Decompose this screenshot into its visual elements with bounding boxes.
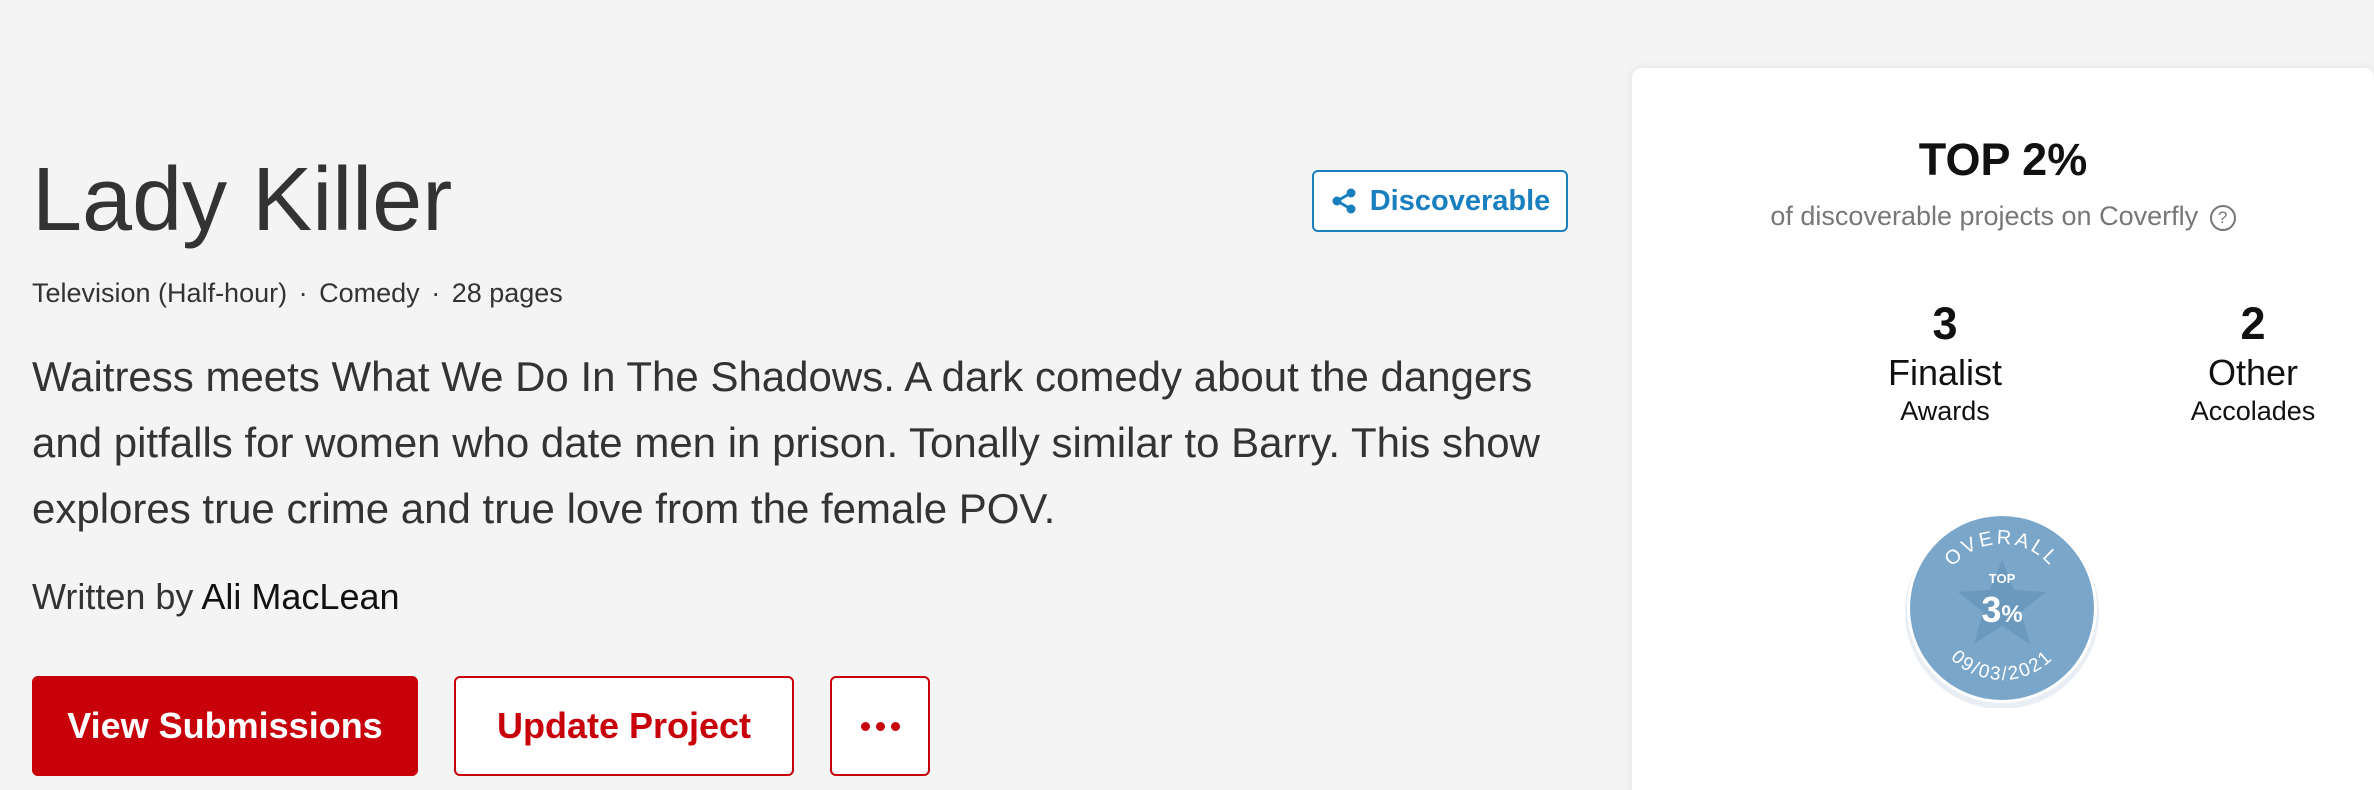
rank-subtitle-text: of discoverable projects on Coverfly [1770, 201, 2199, 231]
rank-subtitle: of discoverable projects on Coverfly ? [1632, 198, 2374, 234]
view-submissions-button[interactable]: View Submissions [32, 676, 418, 776]
stat-finalist: 3 Finalist Awards [1845, 296, 2045, 428]
badge-graphic: OVERALL 09/03/2021 TOP 3% [1905, 513, 2099, 709]
update-project-button[interactable]: Update Project [454, 676, 794, 776]
stat-value: 2 [2240, 298, 2266, 349]
stat-value: 3 [1932, 298, 1958, 349]
author-name[interactable]: Ali MacLean [201, 576, 399, 617]
stat-sublabel: Accolades [2190, 396, 2316, 426]
discoverable-label: Discoverable [1369, 184, 1551, 217]
meta-separator: · [431, 278, 441, 308]
written-by-label: Written by [32, 576, 194, 617]
ranking-card: TOP 2% of discoverable projects on Cover… [1632, 68, 2374, 790]
project-title: Lady Killer [32, 150, 453, 250]
action-bar: View Submissions Update Project [32, 676, 930, 776]
stat-sublabel: Awards [1900, 396, 1990, 426]
project-logline: Waitress meets What We Do In The Shadows… [32, 353, 1541, 532]
share-icon [1332, 188, 1356, 214]
question-circle-icon[interactable]: ? [2209, 205, 2236, 231]
discoverable-button[interactable]: Discoverable [1312, 170, 1568, 232]
project-genre: Comedy [319, 278, 420, 308]
project-page: Lady Killer Discoverable Television (Hal… [0, 0, 2374, 790]
badge-top-label: TOP [1989, 571, 2016, 586]
stat-label: Finalist [1887, 352, 2003, 393]
project-details: Lady Killer Discoverable Television (Hal… [32, 0, 1572, 790]
stat-other: 2 Other Accolades [2153, 296, 2353, 428]
overall-rank-badge[interactable]: OVERALL 09/03/2021 TOP 3% [1902, 508, 2102, 709]
project-pages: 28 pages [451, 278, 563, 308]
badge-rank-value: 3 [1981, 589, 2001, 630]
rank-headline: TOP 2% [1918, 134, 2088, 185]
project-meta: Television (Half-hour) · Comedy · 28 pag… [32, 276, 563, 310]
meta-separator: · [298, 278, 308, 308]
more-horizontal-icon [860, 721, 900, 731]
badge-rank-unit: % [2001, 601, 2022, 628]
stat-label: Other [2207, 352, 2299, 393]
more-options-button[interactable] [830, 676, 930, 776]
project-format: Television (Half-hour) [32, 278, 288, 308]
byline: Written by Ali MacLean [32, 574, 400, 620]
